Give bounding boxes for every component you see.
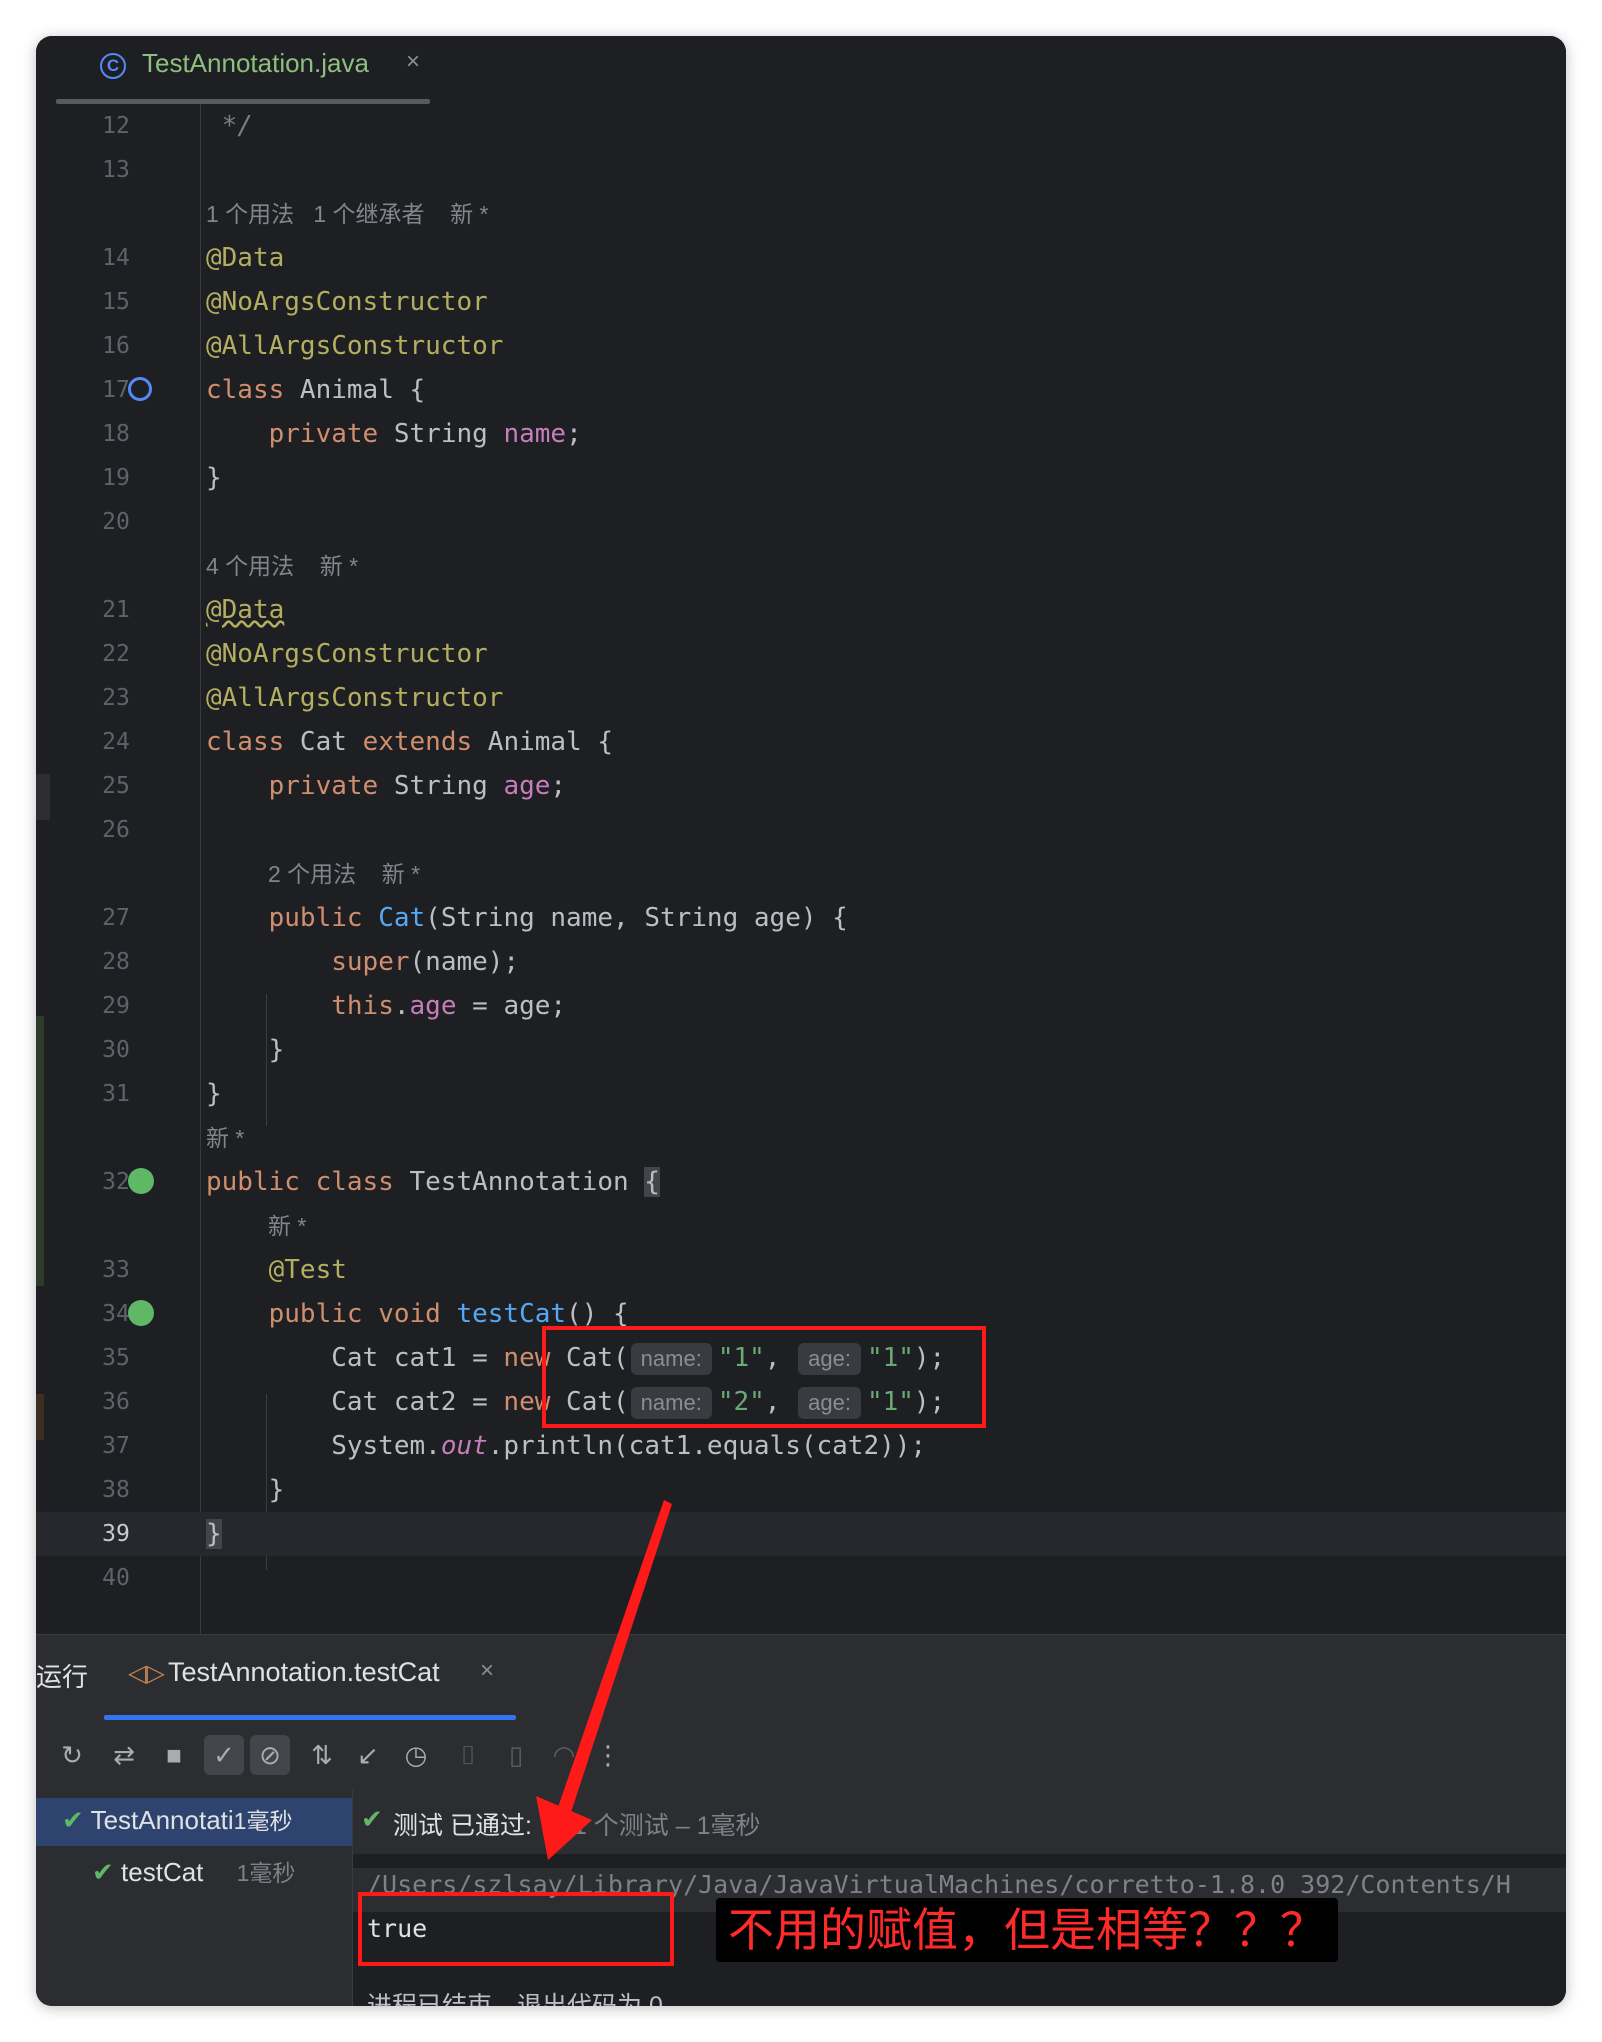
arrow-annotation [536,1500,672,1860]
annotation-callout: 不用的赋值，但是相等？？？ [716,1898,1338,1962]
arrow-shaft [546,1500,672,1846]
